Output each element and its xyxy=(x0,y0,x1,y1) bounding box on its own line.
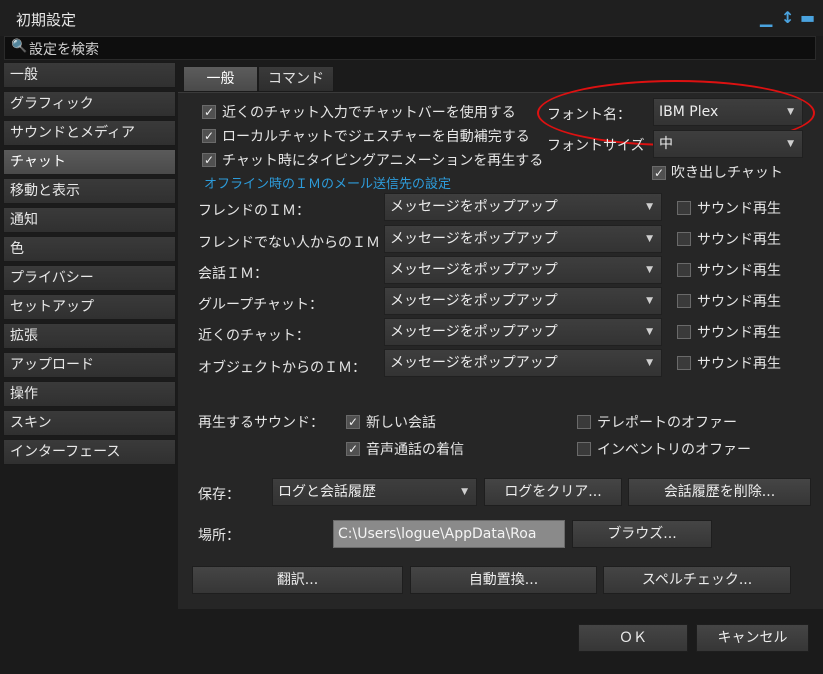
new-conversation-checkbox[interactable]: ✓ xyxy=(346,415,360,429)
ok-button[interactable]: ＯＫ xyxy=(578,624,688,652)
im-row-value: メッセージをポップアップ xyxy=(390,293,558,309)
location-label: 場所： xyxy=(198,528,240,544)
browse-button[interactable]: ブラウズ... xyxy=(572,520,712,548)
pin-icon[interactable]: ↕ xyxy=(781,8,794,27)
sidebar-item-colors[interactable]: 色 xyxy=(3,236,176,262)
im-row-dropdown[interactable]: メッセージをポップアップ ▼ xyxy=(384,225,662,253)
autoreplace-button[interactable]: 自動置換... xyxy=(410,566,597,594)
im-row-dropdown[interactable]: メッセージをポップアップ ▼ xyxy=(384,256,662,284)
minimize-icon[interactable]: ▁ xyxy=(760,8,772,27)
chevron-down-icon: ▼ xyxy=(646,202,653,212)
chevron-down-icon: ▼ xyxy=(646,358,653,368)
voice-call-checkbox[interactable]: ✓ xyxy=(346,442,360,456)
chevron-down-icon: ▼ xyxy=(646,234,653,244)
sidebar-item-setup[interactable]: セットアップ xyxy=(3,294,176,320)
log-path-field[interactable]: C:\Users\logue\AppData\Roa xyxy=(333,520,565,548)
sidebar-item-extension[interactable]: 拡張 xyxy=(3,323,176,349)
im-row-value: メッセージをポップアップ xyxy=(390,231,558,247)
bubble-chat-checkbox[interactable]: ✓ xyxy=(652,166,666,180)
sidebar-item-chat[interactable]: チャット xyxy=(3,149,176,175)
new-conversation-label: 新しい会話 xyxy=(366,415,436,431)
font-size-label: フォントサイズ xyxy=(547,138,645,154)
delete-history-button[interactable]: 会話履歴を削除... xyxy=(628,478,811,506)
cancel-button[interactable]: キャンセル xyxy=(696,624,809,652)
im-row-dropdown[interactable]: メッセージをポップアップ ▼ xyxy=(384,287,662,315)
font-size-value: 中 xyxy=(659,136,673,152)
translate-button[interactable]: 翻訳... xyxy=(192,566,403,594)
chevron-down-icon: ▼ xyxy=(646,296,653,306)
save-dropdown[interactable]: ログと会話履歴 ▼ xyxy=(272,478,477,506)
voice-call-label: 音声通話の着信 xyxy=(366,442,464,458)
sound-checkbox[interactable] xyxy=(677,263,691,277)
sound-label: サウンド再生 xyxy=(697,201,781,217)
tab-general[interactable]: 一般 xyxy=(183,66,258,92)
sound-checkbox[interactable] xyxy=(677,232,691,246)
spellcheck-button[interactable]: スペルチェック... xyxy=(603,566,791,594)
sound-label: サウンド再生 xyxy=(697,263,781,279)
tab-commands[interactable]: コマンド xyxy=(258,66,334,92)
im-row-label: フレンドでない人からのＩＭ xyxy=(198,235,380,251)
im-row-label: 会話ＩＭ： xyxy=(198,266,268,282)
sidebar-item-privacy[interactable]: プライバシー xyxy=(3,265,176,291)
sidebar: 一般 グラフィック サウンドとメディア チャット 移動と表示 通知 色 プライバ… xyxy=(3,62,179,674)
im-row-label: オブジェクトからのＩＭ： xyxy=(198,360,366,376)
im-row-dropdown[interactable]: メッセージをポップアップ ▼ xyxy=(384,193,662,221)
search-input[interactable]: 🔍 設定を検索 xyxy=(4,36,816,60)
teleport-offer-checkbox[interactable] xyxy=(577,415,591,429)
inventory-offer-label: インベントリのオファー xyxy=(597,442,751,458)
sound-checkbox[interactable] xyxy=(677,201,691,215)
clear-log-button[interactable]: ログをクリア... xyxy=(484,478,622,506)
sidebar-item-upload[interactable]: アップロード xyxy=(3,352,176,378)
search-icon: 🔍 xyxy=(11,39,28,54)
save-value: ログと会話履歴 xyxy=(278,484,376,500)
sidebar-item-graphics[interactable]: グラフィック xyxy=(3,91,176,117)
im-row-value: メッセージをポップアップ xyxy=(390,355,558,371)
sidebar-item-controls[interactable]: 操作 xyxy=(3,381,176,407)
im-row-value: メッセージをポップアップ xyxy=(390,199,558,215)
nearby-chatbar-label: 近くのチャット入力でチャットバーを使用する xyxy=(222,105,516,121)
typing-anim-checkbox[interactable]: ✓ xyxy=(202,153,216,167)
im-row-value: メッセージをポップアップ xyxy=(390,262,558,278)
sidebar-item-sound[interactable]: サウンドとメディア xyxy=(3,120,176,146)
sidebar-item-move[interactable]: 移動と表示 xyxy=(3,178,176,204)
nearby-chatbar-checkbox[interactable]: ✓ xyxy=(202,105,216,119)
local-gesture-checkbox[interactable]: ✓ xyxy=(202,129,216,143)
chevron-down-icon: ▼ xyxy=(646,327,653,337)
sidebar-item-general[interactable]: 一般 xyxy=(3,62,176,88)
window-title: 初期設定 xyxy=(16,11,77,29)
search-placeholder: 設定を検索 xyxy=(29,42,99,58)
sounds-label: 再生するサウンド： xyxy=(198,415,324,431)
im-row-value: メッセージをポップアップ xyxy=(390,324,558,340)
bubble-chat-label: 吹き出しチャット xyxy=(671,165,783,181)
sound-checkbox[interactable] xyxy=(677,356,691,370)
sound-label: サウンド再生 xyxy=(697,325,781,341)
im-row-dropdown[interactable]: メッセージをポップアップ ▼ xyxy=(384,349,662,377)
sound-label: サウンド再生 xyxy=(697,232,781,248)
save-label: 保存： xyxy=(198,487,240,503)
chevron-down-icon: ▼ xyxy=(461,487,468,497)
im-row-label: フレンドのＩＭ： xyxy=(198,203,310,219)
inventory-offer-checkbox[interactable] xyxy=(577,442,591,456)
sound-label: サウンド再生 xyxy=(697,294,781,310)
sidebar-item-notify[interactable]: 通知 xyxy=(3,207,176,233)
chevron-down-icon: ▼ xyxy=(646,265,653,275)
title-bar xyxy=(0,0,823,36)
close-icon[interactable]: ▬ xyxy=(800,8,815,27)
font-size-dropdown[interactable]: 中 ▼ xyxy=(653,130,803,158)
sound-checkbox[interactable] xyxy=(677,294,691,308)
sidebar-item-interface[interactable]: インターフェース xyxy=(3,439,176,465)
sidebar-item-skins[interactable]: スキン xyxy=(3,410,176,436)
chevron-down-icon: ▼ xyxy=(787,139,794,149)
sound-label: サウンド再生 xyxy=(697,356,781,372)
teleport-offer-label: テレポートのオファー xyxy=(597,415,737,431)
im-row-label: グループチャット： xyxy=(198,297,324,313)
im-row-label: 近くのチャット： xyxy=(198,328,310,344)
sound-checkbox[interactable] xyxy=(677,325,691,339)
offline-im-link[interactable]: オフライン時のＩＭのメール送信先の設定 xyxy=(204,173,451,192)
im-row-dropdown[interactable]: メッセージをポップアップ ▼ xyxy=(384,318,662,346)
local-gesture-label: ローカルチャットでジェスチャーを自動補完する xyxy=(222,129,530,145)
typing-anim-label: チャット時にタイピングアニメーションを再生する xyxy=(222,153,544,169)
